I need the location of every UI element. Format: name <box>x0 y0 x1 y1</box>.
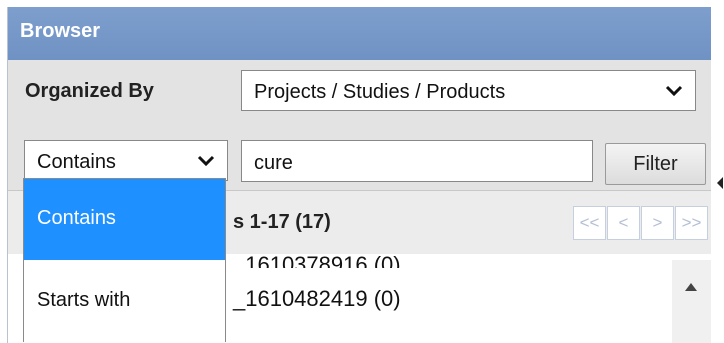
organized-by-value: Projects / Studies / Products <box>254 81 506 103</box>
dropdown-option-contains[interactable]: Contains <box>24 179 225 260</box>
collapse-left-arrow-icon[interactable] <box>716 176 724 190</box>
organized-by-row: Organized By Projects / Studies / Produc… <box>8 60 711 120</box>
panel-header: Browser <box>8 7 711 60</box>
results-count: s 1-17 (17) <box>233 211 331 233</box>
dropdown-option-starts-with[interactable]: Starts with <box>24 261 225 342</box>
chevron-down-icon <box>665 85 683 97</box>
filter-text-value: cure <box>254 152 293 174</box>
first-page-button[interactable]: << <box>573 206 606 240</box>
last-page-button[interactable]: >> <box>675 206 708 240</box>
list-item[interactable]: _1610378916 (0) <box>233 254 401 268</box>
filter-button[interactable]: Filter <box>605 143 706 185</box>
next-page-button[interactable]: > <box>641 206 674 240</box>
organized-by-select[interactable]: Projects / Studies / Products <box>241 70 696 111</box>
prev-page-button[interactable]: < <box>607 206 640 240</box>
chevron-down-icon <box>197 155 215 167</box>
filter-text-input[interactable]: cure <box>241 140 593 182</box>
list-item[interactable]: _1610482419 (0) <box>233 286 401 312</box>
filter-mode-select[interactable]: Contains <box>24 140 228 181</box>
dropdown-option-label: Starts with <box>37 289 131 311</box>
organized-by-label: Organized By <box>25 80 154 102</box>
filter-mode-value: Contains <box>37 151 116 173</box>
vertical-scrollbar[interactable] <box>672 260 711 343</box>
filter-mode-dropdown: Contains Starts with <box>23 178 226 342</box>
scroll-up-arrow-icon[interactable] <box>684 282 698 292</box>
panel-title: Browser <box>20 20 101 42</box>
dropdown-option-label: Contains <box>37 207 116 229</box>
